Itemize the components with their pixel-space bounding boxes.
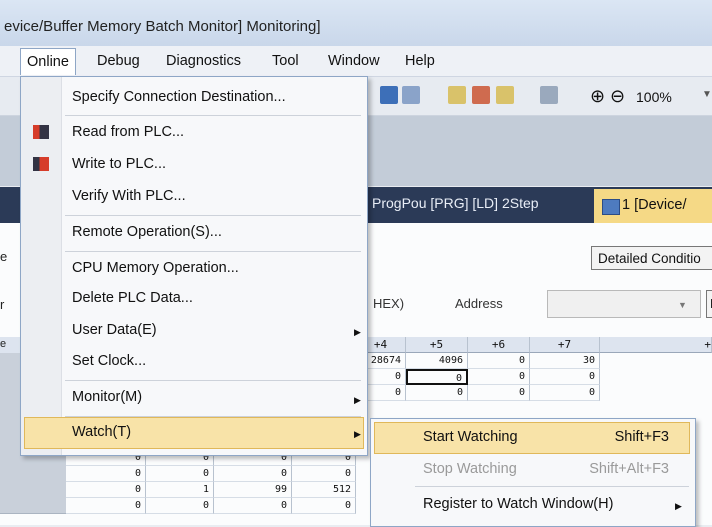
write-to-plc-icon (33, 157, 49, 171)
read-icon[interactable] (448, 86, 466, 104)
write-icon[interactable] (472, 86, 490, 104)
detailed-conditions-button[interactable]: Detailed Conditio (591, 246, 712, 270)
menu-online[interactable]: Online (20, 48, 76, 75)
menu-window[interactable]: Window (322, 51, 386, 71)
watch-submenu: Start Watching Shift+F3 Stop Watching Sh… (370, 418, 696, 527)
zoom-in-icon[interactable]: ⊕ (590, 86, 605, 107)
grid-icon (602, 199, 620, 215)
menu-item-watch[interactable]: Watch(T) (72, 424, 131, 440)
menu-separator (415, 486, 689, 487)
menu-item-write-to-plc[interactable]: Write to PLC... (72, 156, 166, 172)
grid-cell[interactable]: 0 (530, 369, 600, 385)
menu-item-delete-plc-data[interactable]: Delete PLC Data... (72, 290, 193, 306)
menu-item-stop-watching: Stop Watching (423, 461, 517, 477)
menu-item-cpu-memory-operation[interactable]: CPU Memory Operation... (72, 260, 239, 276)
menu-tool[interactable]: Tool (266, 51, 305, 71)
menu-separator (65, 215, 361, 216)
monitor-start-icon[interactable] (380, 86, 398, 104)
grid-cell[interactable]: 0 (146, 466, 214, 482)
grid-cell[interactable]: 0 (214, 466, 292, 482)
menu-diagnostics[interactable]: Diagnostics (160, 51, 247, 71)
grid-cell[interactable]: 30 (530, 353, 600, 369)
device-button[interactable]: D (706, 290, 712, 318)
clipped-label: e (0, 249, 8, 264)
grid-cell[interactable]: 0 (66, 482, 146, 498)
window-title: evice/Buffer Memory Batch Monitor] Monit… (4, 18, 321, 35)
grid-cell[interactable]: 0 (406, 385, 468, 401)
grid-header: +7 (530, 337, 600, 353)
grid-header: +6 (468, 337, 530, 353)
menu-debug[interactable]: Debug (91, 51, 146, 71)
tab-progpou[interactable]: ProgPou [PRG] [LD] 2Step (372, 195, 539, 211)
menu-item-user-data[interactable]: User Data(E) (72, 322, 157, 338)
grid-cell[interactable]: 4096 (406, 353, 468, 369)
zoom-level[interactable]: 100% (636, 89, 672, 105)
menu-item-verify-with-plc[interactable]: Verify With PLC... (72, 188, 186, 204)
grid-cell[interactable]: 1 (146, 482, 214, 498)
clipped-label: e (0, 338, 7, 350)
address-label: Address (455, 296, 503, 311)
grid-cell[interactable]: 0 (468, 369, 530, 385)
grid-cell[interactable]: 0 (292, 466, 356, 482)
chevron-down-icon[interactable]: ▼ (702, 89, 712, 100)
window-title-bar: evice/Buffer Memory Batch Monitor] Monit… (0, 0, 712, 46)
zoom-out-icon[interactable]: ⊖ (610, 86, 625, 107)
grid-cell[interactable]: 0 (66, 466, 146, 482)
grid-header: +5 (406, 337, 468, 353)
menu-separator (65, 115, 361, 116)
menu-help[interactable]: Help (399, 51, 441, 71)
menu-item-specify-connection[interactable]: Specify Connection Destination... (72, 89, 286, 105)
grid-cell[interactable]: 512 (292, 482, 356, 498)
shortcut-stop-watching: Shift+Alt+F3 (589, 461, 669, 477)
grid-cell[interactable]: 99 (214, 482, 292, 498)
menu-separator (65, 416, 361, 417)
menu-item-register-watch[interactable]: Register to Watch Window(H) (423, 496, 613, 512)
row-label[interactable] (0, 497, 66, 514)
menu-item-set-clock[interactable]: Set Clock... (72, 353, 146, 369)
tab-device-monitor[interactable]: 1 [Device/ (594, 189, 712, 223)
read-from-plc-icon (33, 125, 49, 139)
row-label[interactable] (0, 481, 66, 498)
grid-cell[interactable]: 0 (292, 498, 356, 514)
menu-item-start-watching[interactable]: Start Watching (423, 429, 518, 445)
grid-cell[interactable]: 0 (468, 353, 530, 369)
online-menu-dropdown: Specify Connection Destination... Read f… (20, 76, 368, 456)
submenu-arrow-icon: ▶ (354, 429, 361, 439)
monitor-stop-icon[interactable] (402, 86, 420, 104)
grid-cell-selected[interactable]: 0 (406, 369, 468, 385)
chevron-down-icon[interactable]: ▼ (678, 300, 687, 310)
submenu-arrow-icon: ▶ (354, 327, 361, 337)
hex-label: HEX) (373, 296, 405, 311)
menu-separator (65, 251, 361, 252)
shortcut-start-watching: Shift+F3 (614, 429, 669, 445)
display-icon[interactable] (540, 86, 558, 104)
grid-cell[interactable]: 0 (66, 498, 146, 514)
clipped-label: r (0, 297, 5, 312)
submenu-arrow-icon: ▶ (675, 501, 682, 511)
grid-cell[interactable]: 0 (146, 498, 214, 514)
verify-icon[interactable] (496, 86, 514, 104)
menu-separator (65, 380, 361, 381)
row-label[interactable] (0, 465, 66, 482)
submenu-arrow-icon: ▶ (354, 395, 361, 405)
tab-device-label: 1 [Device/ (622, 197, 687, 213)
menu-item-read-from-plc[interactable]: Read from PLC... (72, 124, 184, 140)
grid-cell[interactable]: 0 (530, 385, 600, 401)
grid-cell[interactable]: 0 (468, 385, 530, 401)
grid-cell[interactable]: 0 (214, 498, 292, 514)
menu-item-remote-operation[interactable]: Remote Operation(S)... (72, 224, 222, 240)
menu-item-monitor[interactable]: Monitor(M) (72, 389, 142, 405)
grid-header: + (600, 337, 712, 353)
menu-bar: Online Debug Diagnostics Tool Window Hel… (0, 46, 712, 77)
